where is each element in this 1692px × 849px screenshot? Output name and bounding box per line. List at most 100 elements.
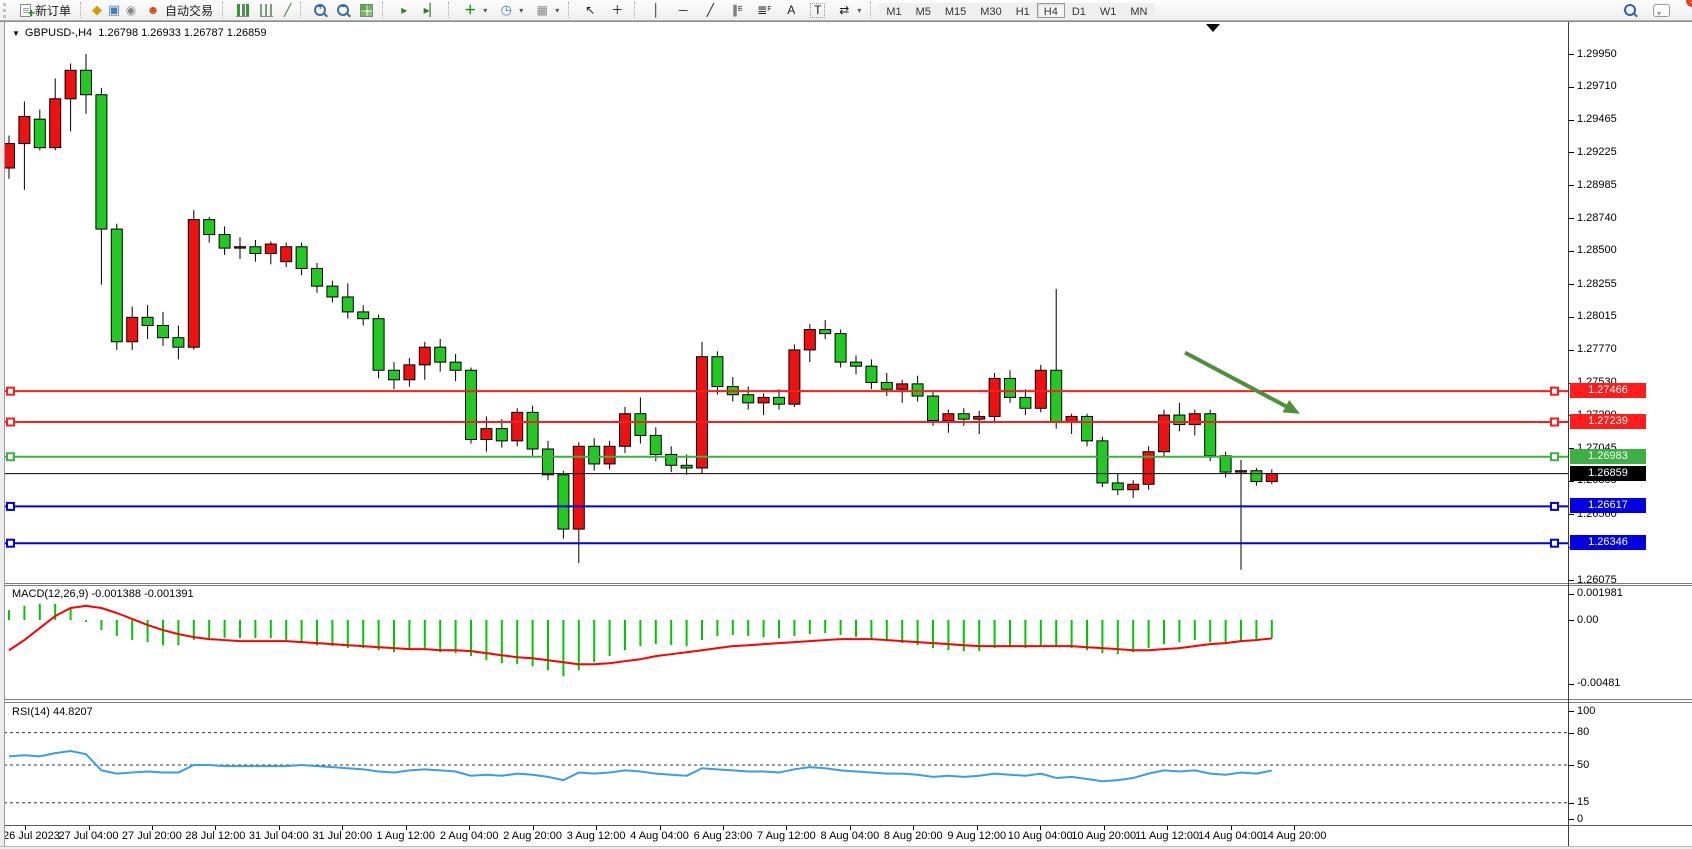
indicators-button[interactable]: ＋▾ — [457, 1, 492, 20]
toolbar-drag-handle[interactable] — [3, 3, 11, 18]
timeframe-m15-button[interactable]: M15 — [938, 3, 973, 18]
candle-bearish[interactable] — [204, 220, 215, 235]
candle-bullish[interactable] — [281, 247, 292, 262]
macd-panel-canvas[interactable] — [0, 586, 1568, 699]
candle-bearish[interactable] — [650, 435, 661, 454]
timeframe-d1-button[interactable]: D1 — [1065, 3, 1093, 18]
equidistant-channel-button[interactable]: ∥E — [724, 1, 750, 20]
candle-bearish[interactable] — [389, 370, 400, 380]
candle-bullish[interactable] — [943, 414, 954, 421]
candle-bearish[interactable] — [635, 414, 646, 436]
candle-bullish[interactable] — [481, 429, 492, 440]
candle-bearish[interactable] — [820, 330, 831, 334]
tile-windows-button[interactable] — [355, 1, 378, 20]
candle-bearish[interactable] — [1174, 415, 1185, 425]
candle-bullish[interactable] — [1035, 370, 1046, 408]
line-anchor-handle[interactable] — [1551, 418, 1558, 425]
candle-bearish[interactable] — [1020, 397, 1031, 408]
text-label-button[interactable]: T — [805, 1, 830, 20]
candle-bearish[interactable] — [312, 268, 323, 286]
candle-bullish[interactable] — [65, 70, 76, 99]
auto-scroll-button[interactable]: ▸ — [391, 1, 417, 20]
candle-bearish[interactable] — [1097, 441, 1108, 483]
candle-bearish[interactable] — [881, 382, 892, 389]
candle-bullish[interactable] — [1159, 415, 1170, 452]
data-window-icon[interactable]: ▣ — [106, 2, 122, 18]
timeframe-m5-button[interactable]: M5 — [909, 3, 938, 18]
timeframe-m30-button[interactable]: M30 — [973, 3, 1008, 18]
candle-bullish[interactable] — [789, 350, 800, 404]
candle-bearish[interactable] — [712, 357, 723, 387]
candle-bearish[interactable] — [358, 312, 369, 319]
line-anchor-handle[interactable] — [1551, 453, 1558, 460]
search-button[interactable] — [1619, 1, 1641, 20]
timeframe-w1-button[interactable]: W1 — [1093, 3, 1124, 18]
candle-bearish[interactable] — [543, 449, 554, 475]
timeframe-mn-button[interactable]: MN — [1123, 3, 1154, 18]
candle-bearish[interactable] — [681, 465, 692, 468]
timeframe-h4-button[interactable]: H4 — [1037, 3, 1065, 18]
candle-bearish[interactable] — [173, 338, 184, 348]
candle-bearish[interactable] — [250, 247, 261, 254]
candle-bullish[interactable] — [419, 347, 430, 365]
candle-bearish[interactable] — [496, 429, 507, 441]
candle-bearish[interactable] — [743, 395, 754, 403]
periods-button[interactable]: ◷▾ — [493, 1, 528, 20]
candle-bullish[interactable] — [804, 330, 815, 350]
cursor-button[interactable]: ↖ — [577, 1, 603, 20]
candle-bearish[interactable] — [1082, 416, 1093, 440]
candle-bearish[interactable] — [111, 229, 122, 342]
notifications-button[interactable]: 1 — [1648, 1, 1675, 20]
candle-bearish[interactable] — [373, 319, 384, 371]
candlestick-chart-button[interactable] — [231, 1, 254, 20]
vertical-line-button[interactable]: │ — [643, 1, 669, 20]
candle-bullish[interactable] — [620, 414, 631, 447]
candle-bearish[interactable] — [774, 397, 785, 404]
candle-bearish[interactable] — [142, 317, 153, 325]
candle-bullish[interactable] — [512, 412, 523, 441]
candle-bearish[interactable] — [327, 286, 338, 297]
candle-bearish[interactable] — [527, 412, 538, 449]
candle-bullish[interactable] — [4, 144, 15, 168]
candle-bearish[interactable] — [1205, 414, 1216, 456]
zoom-in-button[interactable]: + — [309, 1, 331, 20]
chart-shift-marker[interactable] — [1206, 24, 1220, 32]
horizontal-line-button[interactable]: ─ — [670, 1, 696, 20]
candle-bearish[interactable] — [219, 235, 230, 249]
candle-bearish[interactable] — [81, 70, 92, 94]
panel-separator-rsi[interactable] — [0, 699, 1692, 703]
candle-bearish[interactable] — [1112, 483, 1123, 490]
crosshair-button[interactable]: ＋ — [604, 1, 630, 20]
chart-shift-button[interactable]: ▸▏ — [418, 1, 444, 20]
candle-bullish[interactable] — [265, 244, 276, 254]
candle-bullish[interactable] — [404, 365, 415, 380]
trend-arrow-line[interactable] — [1185, 353, 1286, 407]
new-order-button[interactable]: 新订单 — [15, 1, 76, 20]
line-chart-button[interactable]: ╱ — [279, 1, 296, 20]
zoom-out-button[interactable]: − — [332, 1, 354, 20]
candle-bearish[interactable] — [435, 347, 446, 362]
timeframe-h1-button[interactable]: H1 — [1009, 3, 1037, 18]
fibonacci-button[interactable]: ≣F — [751, 1, 777, 20]
candle-bullish[interactable] — [127, 317, 138, 341]
arrows-button[interactable]: ⇄▾ — [831, 1, 866, 20]
line-anchor-handle[interactable] — [7, 503, 14, 510]
candle-bearish[interactable] — [296, 247, 307, 269]
candle-bearish[interactable] — [958, 414, 969, 419]
chevron-down-icon[interactable]: ▼ — [12, 29, 20, 38]
candle-bearish[interactable] — [558, 475, 569, 529]
candle-bearish[interactable] — [466, 370, 477, 439]
candle-bullish[interactable] — [50, 99, 61, 148]
line-anchor-handle[interactable] — [7, 418, 14, 425]
text-button[interactable]: A — [778, 1, 804, 20]
candle-bullish[interactable] — [235, 247, 246, 248]
price-chart-canvas[interactable] — [0, 22, 1568, 583]
candle-bearish[interactable] — [912, 384, 923, 396]
candle-bearish[interactable] — [1251, 471, 1262, 482]
candle-bullish[interactable] — [19, 116, 30, 143]
candle-bearish[interactable] — [96, 95, 107, 229]
candle-bullish[interactable] — [1266, 474, 1277, 482]
line-anchor-handle[interactable] — [7, 453, 14, 460]
bar-chart-button[interactable] — [255, 1, 278, 20]
candle-bearish[interactable] — [835, 334, 846, 363]
